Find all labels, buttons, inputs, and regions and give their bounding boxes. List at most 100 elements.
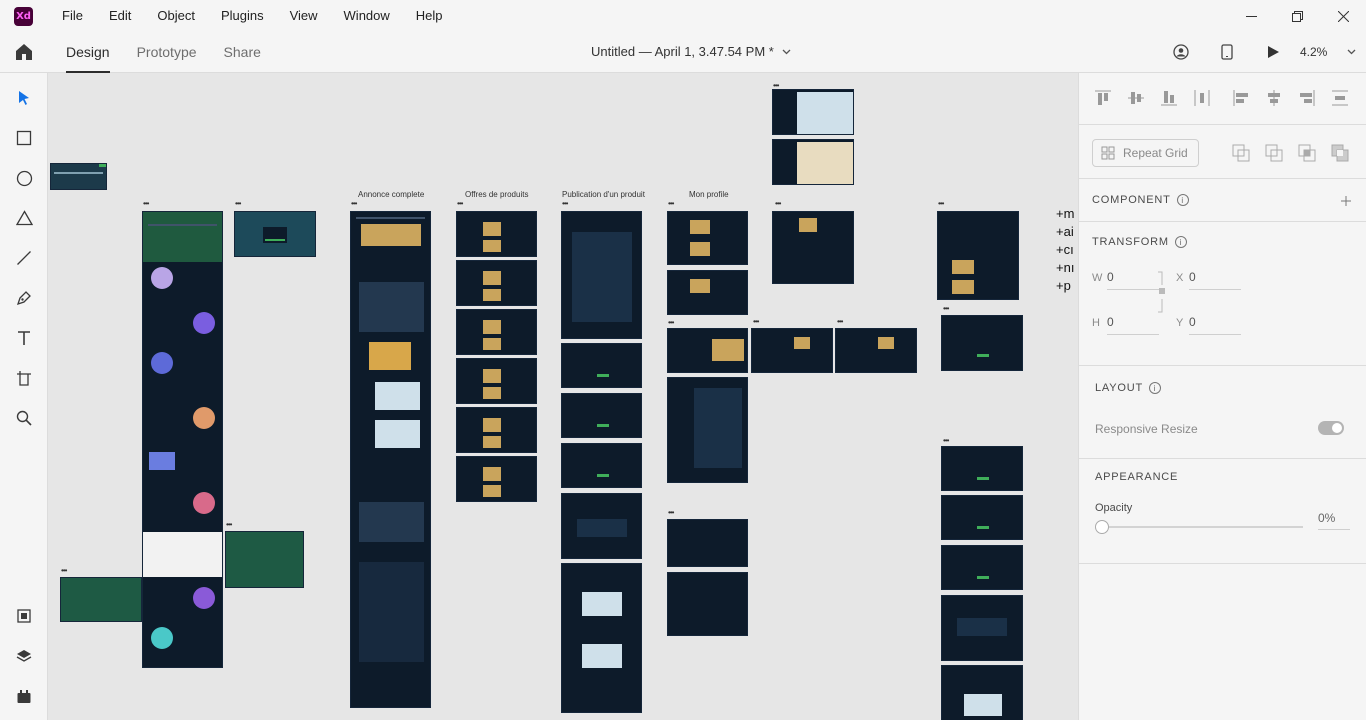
distribute-horizontal-icon[interactable] bbox=[1193, 89, 1213, 109]
artboard-profile[interactable] bbox=[667, 572, 748, 636]
artboard-menu-dots[interactable]: ••• bbox=[668, 509, 674, 517]
rectangle-tool[interactable] bbox=[14, 128, 34, 148]
layers-panel-button[interactable] bbox=[14, 646, 34, 666]
menu-edit[interactable]: Edit bbox=[96, 0, 144, 32]
artboard-menu-dots[interactable]: ••• bbox=[837, 318, 843, 326]
artboard-profile[interactable] bbox=[667, 211, 748, 265]
artboard[interactable] bbox=[937, 211, 1019, 300]
artboard[interactable] bbox=[941, 665, 1023, 720]
artboard-profile[interactable] bbox=[667, 377, 748, 483]
menu-window[interactable]: Window bbox=[331, 0, 403, 32]
line-tool[interactable] bbox=[14, 248, 34, 268]
artboard-menu-dots[interactable]: ••• bbox=[235, 200, 241, 208]
artboard[interactable] bbox=[835, 328, 917, 373]
info-icon[interactable]: i bbox=[1174, 236, 1187, 248]
assets-panel-button[interactable] bbox=[14, 606, 34, 626]
width-field[interactable]: 0 bbox=[1107, 270, 1159, 290]
align-top-icon[interactable] bbox=[1094, 89, 1114, 109]
close-button[interactable] bbox=[1320, 0, 1366, 32]
artboard-label-annonce[interactable]: Annonce complete bbox=[358, 190, 424, 199]
artboard-tool[interactable] bbox=[14, 368, 34, 388]
restore-button[interactable] bbox=[1274, 0, 1320, 32]
menu-file[interactable]: File bbox=[49, 0, 96, 32]
artboard[interactable] bbox=[941, 595, 1023, 661]
artboard-label-profile[interactable]: Mon profile bbox=[689, 190, 729, 199]
info-icon[interactable]: i bbox=[1149, 382, 1161, 394]
add-component-icon[interactable] bbox=[1341, 196, 1351, 206]
responsive-resize-toggle[interactable] bbox=[1318, 421, 1344, 435]
menu-plugins[interactable]: Plugins bbox=[208, 0, 277, 32]
menu-help[interactable]: Help bbox=[403, 0, 456, 32]
artboard[interactable] bbox=[941, 315, 1023, 371]
artboard-publication[interactable] bbox=[561, 443, 642, 488]
opacity-field[interactable]: 0% bbox=[1318, 511, 1350, 530]
tab-prototype[interactable]: Prototype bbox=[137, 32, 197, 73]
repeat-grid-button[interactable]: Repeat Grid bbox=[1092, 139, 1199, 167]
canvas-text-block[interactable]: +m +ai +cı +nı +p bbox=[1056, 205, 1074, 295]
tab-share[interactable]: Share bbox=[224, 32, 261, 73]
lock-aspect-icon[interactable] bbox=[1158, 271, 1166, 313]
artboard-menu-dots[interactable]: ••• bbox=[943, 437, 949, 445]
artboard-menu-dots[interactable]: ••• bbox=[351, 200, 357, 208]
info-icon[interactable]: i bbox=[1176, 194, 1189, 206]
artboard-profile[interactable] bbox=[667, 328, 748, 373]
minimize-button[interactable] bbox=[1228, 0, 1274, 32]
artboard-offres[interactable] bbox=[456, 260, 537, 306]
artboard-menu-dots[interactable]: ••• bbox=[457, 200, 463, 208]
document-title-dropdown[interactable]: Untitled — April 1, 3.47.54 PM * bbox=[591, 32, 791, 72]
artboard-offres[interactable] bbox=[456, 407, 537, 453]
artboard[interactable] bbox=[772, 211, 854, 284]
artboard-menu-dots[interactable]: ••• bbox=[668, 200, 674, 208]
artboard-map[interactable] bbox=[772, 139, 854, 185]
boolean-add-icon[interactable] bbox=[1232, 144, 1250, 162]
artboard[interactable] bbox=[142, 211, 223, 668]
artboard-annonce-complete[interactable] bbox=[350, 211, 431, 708]
opacity-slider-track[interactable] bbox=[1109, 526, 1303, 528]
zoom-dropdown[interactable]: 4.2% bbox=[1296, 45, 1366, 59]
device-preview-button[interactable] bbox=[1204, 32, 1250, 72]
ellipse-tool[interactable] bbox=[14, 168, 34, 188]
plugins-panel-button[interactable] bbox=[14, 686, 34, 706]
height-field[interactable]: 0 bbox=[1107, 315, 1159, 335]
artboard[interactable] bbox=[225, 531, 304, 588]
text-tool[interactable] bbox=[14, 328, 34, 348]
x-field[interactable]: 0 bbox=[1189, 270, 1241, 290]
select-tool[interactable] bbox=[14, 88, 34, 108]
y-field[interactable]: 0 bbox=[1189, 315, 1241, 335]
artboard-profile[interactable] bbox=[667, 519, 748, 567]
artboard-label-offres[interactable]: Offres de produits bbox=[465, 190, 528, 199]
artboard-publication[interactable] bbox=[561, 343, 642, 388]
artboard-menu-dots[interactable]: ••• bbox=[226, 521, 232, 529]
artboard[interactable] bbox=[941, 446, 1023, 491]
artboard-offres[interactable] bbox=[456, 358, 537, 404]
artboard-offres[interactable] bbox=[456, 309, 537, 355]
artboard-menu-dots[interactable]: ••• bbox=[668, 319, 674, 327]
artboard-publication[interactable] bbox=[561, 211, 642, 339]
align-middle-icon[interactable] bbox=[1127, 89, 1147, 109]
design-canvas[interactable]: Annonce complete Offres de produits Publ… bbox=[48, 73, 1078, 720]
align-right-icon[interactable] bbox=[1298, 89, 1318, 109]
share-user-button[interactable] bbox=[1158, 32, 1204, 72]
artboard[interactable] bbox=[60, 577, 142, 622]
artboard-profile[interactable] bbox=[667, 270, 748, 315]
boolean-intersect-icon[interactable] bbox=[1298, 144, 1316, 162]
distribute-vertical-icon[interactable] bbox=[1331, 89, 1351, 109]
artboard[interactable] bbox=[941, 545, 1023, 590]
pen-tool[interactable] bbox=[14, 288, 34, 308]
home-button[interactable] bbox=[14, 42, 34, 62]
artboard-menu-dots[interactable]: ••• bbox=[61, 567, 67, 575]
boolean-subtract-icon[interactable] bbox=[1265, 144, 1283, 162]
artboard-map[interactable] bbox=[772, 89, 854, 135]
artboard-menu-dots[interactable]: ••• bbox=[775, 200, 781, 208]
polygon-tool[interactable] bbox=[14, 208, 34, 228]
artboard-menu-dots[interactable]: ••• bbox=[943, 305, 949, 313]
boolean-exclude-icon[interactable] bbox=[1331, 144, 1349, 162]
artboard-label-publication[interactable]: Publication d'un produit bbox=[562, 190, 645, 199]
artboard-menu-dots[interactable]: ••• bbox=[562, 200, 568, 208]
artboard[interactable] bbox=[234, 211, 316, 257]
artboard[interactable] bbox=[751, 328, 833, 373]
artboard-publication[interactable] bbox=[561, 563, 642, 713]
artboard-menu-dots[interactable]: ••• bbox=[938, 200, 944, 208]
artboard-menu-dots[interactable]: ••• bbox=[143, 200, 149, 208]
artboard-offres[interactable] bbox=[456, 211, 537, 257]
